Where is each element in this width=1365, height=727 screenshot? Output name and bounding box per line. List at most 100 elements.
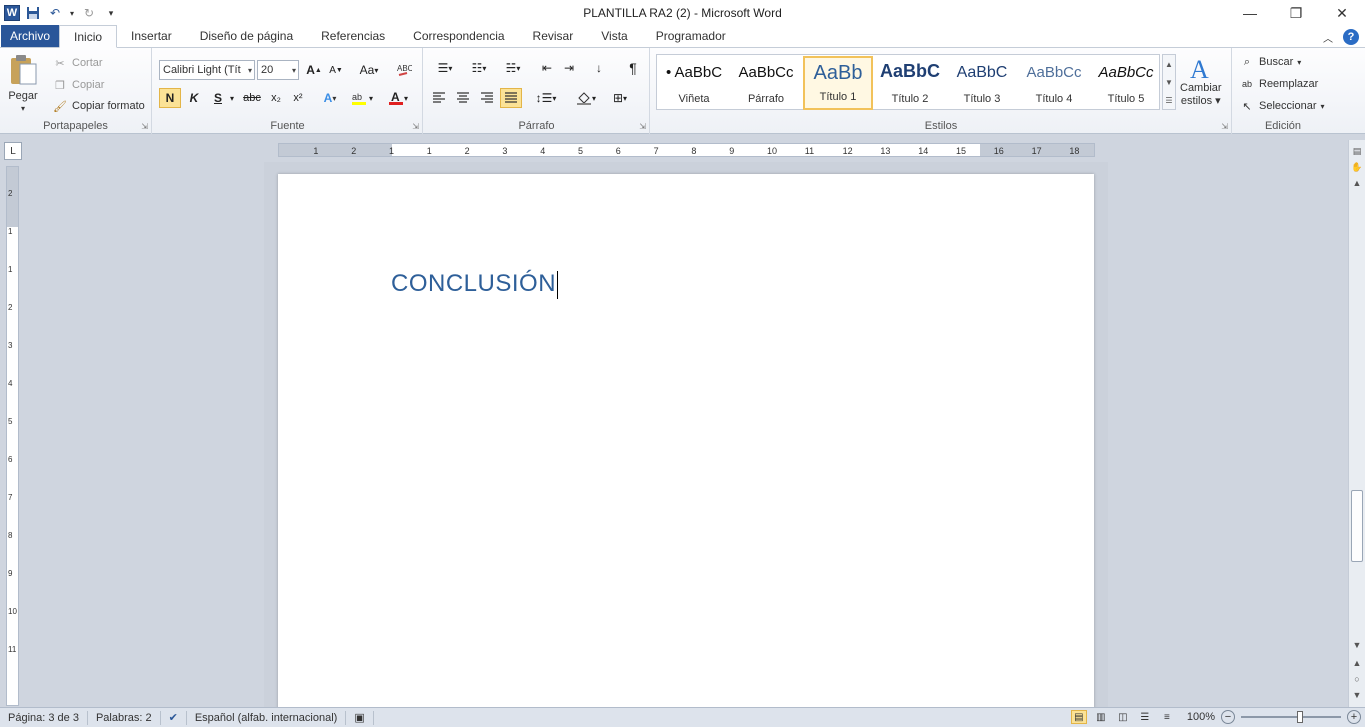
word-logo-icon[interactable]: W: [4, 5, 20, 21]
minimize-ribbon-icon[interactable]: ︿: [1323, 30, 1333, 45]
line-spacing-icon[interactable]: ↕☰ ▾: [532, 88, 560, 108]
vertical-ruler[interactable]: 2 1 1 2 3 4 5 6 7 8 9 10 11: [6, 166, 19, 706]
scroll-thumb[interactable]: [1351, 490, 1363, 562]
numbering-icon[interactable]: ☷ ▾: [464, 58, 494, 78]
help-icon[interactable]: ?: [1343, 29, 1359, 45]
style-vineta[interactable]: • AaBbC Viñeta: [659, 56, 729, 110]
tab-archivo[interactable]: Archivo: [1, 25, 60, 47]
gallery-more-icon[interactable]: ☰: [1165, 96, 1172, 105]
paragraph-launcher-icon[interactable]: ⇲: [639, 122, 646, 131]
browse-object-icon[interactable]: ○: [1350, 672, 1364, 686]
style-titulo-4[interactable]: AaBbCc Título 4: [1019, 56, 1089, 110]
copy-button[interactable]: ❐ Copiar: [52, 77, 104, 93]
align-right-icon[interactable]: [476, 88, 498, 108]
style-titulo-5[interactable]: AaBbCc Título 5: [1091, 56, 1161, 110]
ruler-toggle-icon[interactable]: ▤: [1350, 144, 1364, 158]
gallery-up-icon[interactable]: ▲: [1165, 60, 1173, 69]
language-status[interactable]: Español (alfab. internacional): [187, 710, 347, 725]
macro-icon[interactable]: ▣: [346, 710, 374, 725]
format-painter-button[interactable]: 🖌 Copiar formato: [52, 98, 145, 114]
bold-button[interactable]: N: [159, 88, 181, 108]
bullets-icon[interactable]: ☰ ▾: [430, 58, 460, 78]
decrease-indent-icon[interactable]: ⇤: [536, 58, 558, 78]
zoom-slider[interactable]: [1241, 711, 1341, 723]
paste-button[interactable]: Pegar ▾: [8, 54, 38, 113]
tab-inicio[interactable]: Inicio: [59, 25, 118, 48]
font-name-combo[interactable]: Calibri Light (Tít ▾: [159, 60, 255, 80]
style-titulo-2[interactable]: AaBbC Título 2: [875, 56, 945, 110]
tab-revisar[interactable]: Revisar: [519, 25, 588, 47]
tab-vista[interactable]: Vista: [587, 25, 641, 47]
close-button[interactable]: ✕: [1319, 0, 1365, 26]
replace-button[interactable]: ab Reemplazar: [1239, 76, 1318, 92]
full-screen-reading-icon[interactable]: ▥: [1093, 710, 1109, 724]
zoom-out-icon[interactable]: −: [1221, 710, 1235, 724]
document-page[interactable]: CONCLUSIÓN: [278, 174, 1094, 714]
styles-launcher-icon[interactable]: ⇲: [1221, 122, 1228, 131]
shading-icon[interactable]: ▾: [572, 88, 600, 108]
highlight-icon[interactable]: ab ▾: [349, 88, 375, 108]
styles-gallery-scroll[interactable]: ▲ ▼ ☰: [1162, 54, 1176, 110]
zoom-in-icon[interactable]: +: [1347, 710, 1361, 724]
find-button[interactable]: ⌕ Buscar ▾: [1239, 54, 1301, 70]
font-size-combo[interactable]: 20 ▾: [257, 60, 299, 80]
sort-icon[interactable]: ↓: [588, 58, 610, 78]
clear-formatting-icon[interactable]: ABC: [393, 60, 415, 80]
increase-indent-icon[interactable]: ⇥: [558, 58, 580, 78]
tab-diseno-pagina[interactable]: Diseño de página: [186, 25, 307, 47]
strikethrough-button[interactable]: abc: [241, 88, 263, 108]
grow-font-button[interactable]: A ▲: [303, 60, 325, 80]
save-icon[interactable]: [24, 4, 42, 22]
web-layout-icon[interactable]: ◫: [1115, 710, 1131, 724]
superscript-button[interactable]: x²: [287, 88, 309, 108]
clipboard-launcher-icon[interactable]: ⇲: [141, 122, 148, 131]
tab-referencias[interactable]: Referencias: [307, 25, 399, 47]
italic-button[interactable]: K: [183, 88, 205, 108]
word-count[interactable]: Palabras: 2: [88, 710, 161, 725]
shrink-font-button[interactable]: A ▼: [325, 60, 347, 80]
select-button[interactable]: ↖ Seleccionar ▾: [1239, 98, 1324, 114]
underline-dropdown-icon[interactable]: ▾: [227, 88, 237, 108]
print-layout-icon[interactable]: ▤: [1070, 710, 1087, 724]
underline-button[interactable]: S: [207, 88, 229, 108]
style-titulo-3[interactable]: AaBbC Título 3: [947, 56, 1017, 110]
tab-correspondencia[interactable]: Correspondencia: [399, 25, 518, 47]
redo-icon[interactable]: ↻: [80, 4, 98, 22]
style-parrafo[interactable]: AaBbCc Párrafo: [731, 56, 801, 110]
undo-icon[interactable]: ↶: [46, 4, 64, 22]
font-color-icon[interactable]: A ▾: [385, 88, 411, 108]
zoom-level[interactable]: 100%: [1187, 711, 1215, 723]
show-formatting-button[interactable]: ¶: [622, 58, 644, 78]
tab-selector[interactable]: L: [4, 142, 22, 160]
text-effects-icon[interactable]: A ▾: [319, 88, 341, 108]
change-styles-button[interactable]: A Cambiar estilos ▾: [1180, 54, 1222, 107]
horizontal-ruler[interactable]: 1 2 1 1 2 3 4 5 6 7 8 9 10 11 12 13 14 15 16 17 18: [278, 143, 1095, 157]
hand-icon[interactable]: ✋: [1350, 160, 1364, 174]
change-case-button[interactable]: Aa ▾: [355, 60, 383, 80]
zoom-slider-thumb[interactable]: [1297, 711, 1303, 723]
gallery-down-icon[interactable]: ▼: [1165, 78, 1173, 87]
document-heading[interactable]: CONCLUSIÓN: [391, 270, 559, 299]
spelling-icon[interactable]: ✔: [161, 710, 187, 725]
page-count[interactable]: Página: 3 de 3: [0, 710, 88, 725]
align-left-icon[interactable]: [428, 88, 450, 108]
scroll-up-icon[interactable]: ▲: [1350, 176, 1364, 190]
draft-view-icon[interactable]: ≡: [1159, 710, 1175, 724]
tab-programador[interactable]: Programador: [642, 25, 740, 47]
borders-icon[interactable]: ⊞ ▾: [606, 88, 634, 108]
tab-insertar[interactable]: Insertar: [117, 25, 186, 47]
align-center-icon[interactable]: [452, 88, 474, 108]
vertical-scrollbar[interactable]: ▤ ✋ ▲ ▼ ▲ ○ ▼: [1348, 140, 1365, 707]
undo-dropdown-icon[interactable]: ▾: [68, 4, 76, 22]
customize-qat-icon[interactable]: ▾: [102, 4, 120, 22]
minimize-button[interactable]: —: [1227, 0, 1273, 26]
subscript-button[interactable]: x₂: [265, 88, 287, 108]
next-page-icon[interactable]: ▼: [1350, 688, 1364, 702]
previous-page-icon[interactable]: ▲: [1350, 656, 1364, 670]
font-launcher-icon[interactable]: ⇲: [412, 122, 419, 131]
style-titulo-1[interactable]: AaBb Título 1: [803, 56, 873, 110]
restore-button[interactable]: ❐: [1273, 0, 1319, 26]
outline-view-icon[interactable]: ☰: [1137, 710, 1153, 724]
justify-icon[interactable]: [500, 88, 522, 108]
cut-button[interactable]: ✂ Cortar: [52, 55, 102, 71]
